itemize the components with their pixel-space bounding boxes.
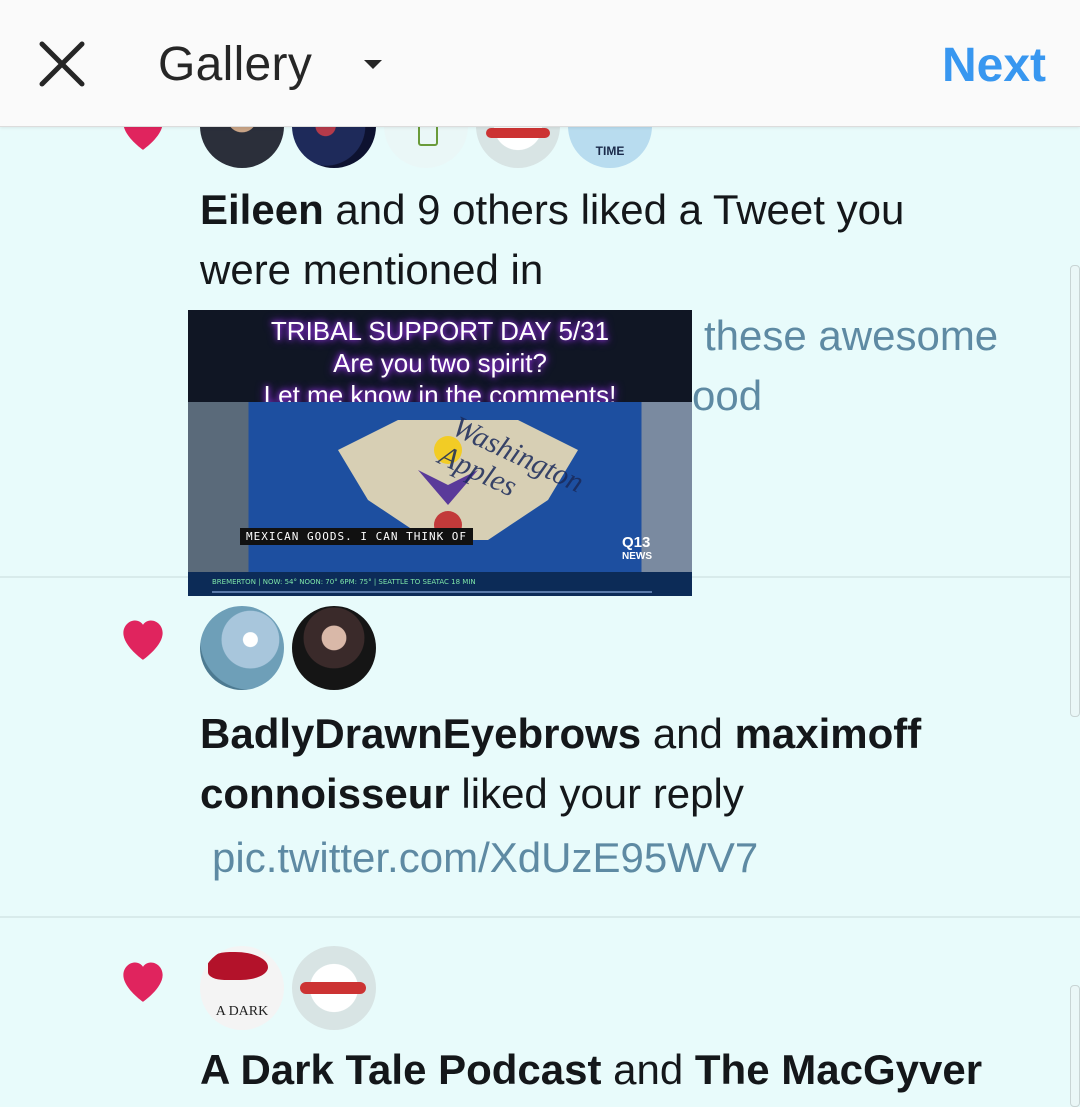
actor-name[interactable]: Eileen (200, 186, 324, 233)
notification-text[interactable]: BadlyDrawnEyebrows and maximoff (200, 704, 921, 764)
video-banner: TRIBAL SUPPORT DAY 5/31 Are you two spir… (188, 310, 692, 402)
ticker-text: BREMERTON | NOW: 54° NOON: 70° 6PM: 75° … (212, 578, 476, 586)
actor-name[interactable]: connoisseur (200, 770, 450, 817)
heart-icon (123, 620, 163, 660)
notification-connector: and (641, 710, 735, 757)
actor-name[interactable]: A Dark Tale Podcast (200, 1046, 601, 1093)
video-caption: MEXICAN GOODS. I CAN THINK OF (240, 528, 474, 545)
notification-text-line2[interactable]: connoisseur liked your reply (200, 764, 744, 824)
news-ticker: BREMERTON | NOW: 54° NOON: 70° 6PM: 75° … (188, 572, 692, 596)
caret-down-icon (364, 59, 383, 69)
station-logo-line: Q13 (622, 534, 651, 551)
actor-name[interactable]: The MacGyver (695, 1046, 982, 1093)
notification-text-line2: were mentioned in (200, 246, 544, 293)
gallery-dropdown[interactable]: Gallery (158, 34, 383, 94)
tweet-preview-text[interactable]: these awesome (704, 312, 998, 360)
video-overlay[interactable]: Washington Apples TRIBAL SUPPORT DAY 5/3… (188, 310, 692, 596)
banner-line: TRIBAL SUPPORT DAY 5/31 (270, 316, 610, 346)
notification-connector: and (601, 1046, 695, 1093)
scrollbar[interactable] (1070, 265, 1080, 717)
station-logo: Q13 NEWS (622, 534, 652, 564)
banner-line: Let me know in the comments! (263, 380, 617, 402)
divider (0, 916, 1080, 918)
gallery-title: Gallery (158, 37, 313, 91)
top-bar: Gallery Next (0, 0, 1080, 127)
notification-text[interactable]: A Dark Tale Podcast and The MacGyver (200, 1040, 982, 1100)
heart-icon (123, 962, 163, 1002)
actor-name[interactable]: BadlyDrawnEyebrows (200, 710, 641, 757)
avatar[interactable]: A DARK (200, 946, 284, 1030)
actor-name[interactable]: maximoff (735, 710, 922, 757)
banner-line: Are you two spirit? (333, 348, 547, 378)
tweet-link[interactable]: pic.twitter.com/XdUzE95WV7 (212, 834, 758, 882)
avatar[interactable] (292, 606, 376, 690)
progress-bar[interactable] (212, 591, 652, 593)
avatar[interactable] (292, 946, 376, 1030)
next-button[interactable]: Next (942, 38, 1046, 93)
scrollbar[interactable] (1070, 985, 1080, 1107)
tweet-preview-text[interactable]: ood (692, 372, 762, 420)
notification-body: and 9 others liked a Tweet you (323, 186, 905, 233)
notification-text[interactable]: Eileen and 9 others liked a Tweet you (200, 180, 904, 240)
close-icon[interactable] (36, 38, 88, 90)
avatar[interactable] (200, 606, 284, 690)
notification-body: liked your reply (449, 770, 744, 817)
station-logo-line: NEWS (622, 551, 652, 562)
